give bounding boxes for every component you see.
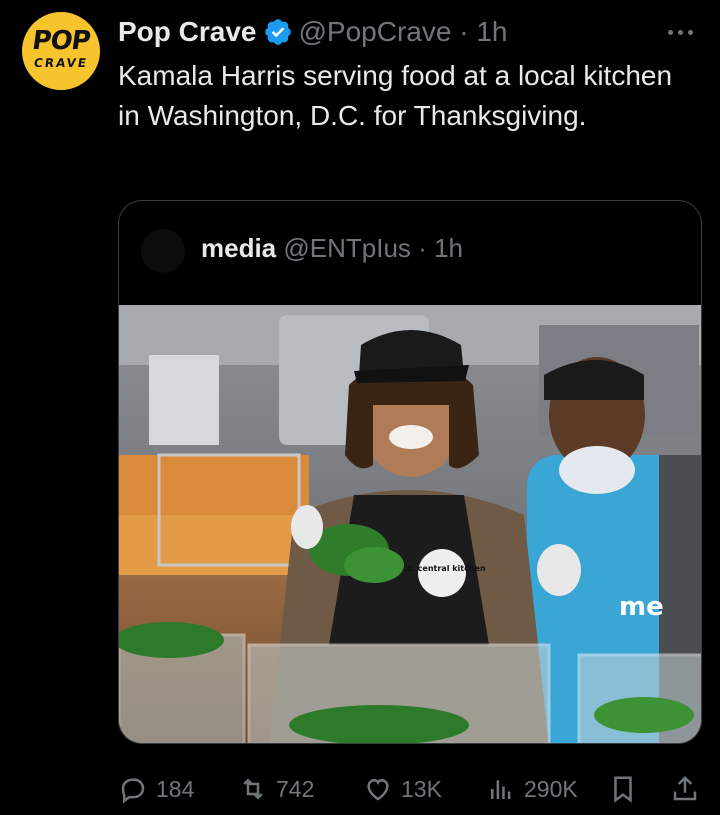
- tweet-header: Pop Crave @PopCrave · 1h: [118, 14, 507, 50]
- reply-icon: [121, 778, 145, 804]
- author-name[interactable]: Pop Crave: [118, 16, 257, 48]
- views-count: 290K: [524, 775, 578, 802]
- reply-button[interactable]: 184: [118, 772, 194, 806]
- like-button[interactable]: 13K: [363, 772, 442, 806]
- share-button[interactable]: [670, 772, 708, 806]
- repost-icon: [243, 778, 263, 800]
- author-handle[interactable]: @PopCrave: [299, 16, 452, 48]
- bookmark-button[interactable]: [608, 772, 646, 806]
- bookmark-icon: [614, 776, 632, 803]
- repost-count: 742: [276, 775, 315, 802]
- views-button[interactable]: 290K: [486, 772, 578, 806]
- quoted-avatar[interactable]: [141, 229, 185, 273]
- heart-icon: [367, 778, 389, 801]
- shirt-text: me: [619, 592, 664, 622]
- quoted-photo[interactable]: d.c. central kitchen me: [119, 305, 702, 744]
- verified-badge-icon: [264, 19, 291, 45]
- avatar-text-top: POP: [30, 26, 92, 56]
- tweet-time[interactable]: 1h: [476, 16, 507, 48]
- quoted-author-name[interactable]: media: [201, 233, 276, 263]
- like-count: 13K: [401, 775, 442, 802]
- quoted-separator: ·: [418, 233, 435, 263]
- quoted-tweet-header: media @ENTpIus · 1h: [119, 201, 701, 305]
- header-separator: ·: [451, 16, 477, 47]
- quoted-tweet[interactable]: media @ENTpIus · 1h d.c. central kitchen…: [118, 200, 702, 744]
- share-icon: [673, 775, 697, 801]
- more-options-icon[interactable]: [662, 22, 698, 42]
- quoted-time[interactable]: 1h: [434, 233, 463, 263]
- author-avatar[interactable]: POP CRAVE: [22, 12, 100, 90]
- apron-logo-text: d.c. central kitchen: [398, 564, 486, 573]
- quoted-author-handle[interactable]: @ENTpIus: [283, 233, 411, 263]
- reply-count: 184: [156, 775, 195, 802]
- action-bar: 184 742 13K 290K: [118, 772, 702, 806]
- avatar-text-bottom: CRAVE: [33, 56, 89, 70]
- tweet-text: Kamala Harris serving food at a local ki…: [118, 60, 673, 131]
- repost-button[interactable]: 742: [238, 772, 314, 806]
- analytics-icon: [491, 780, 511, 799]
